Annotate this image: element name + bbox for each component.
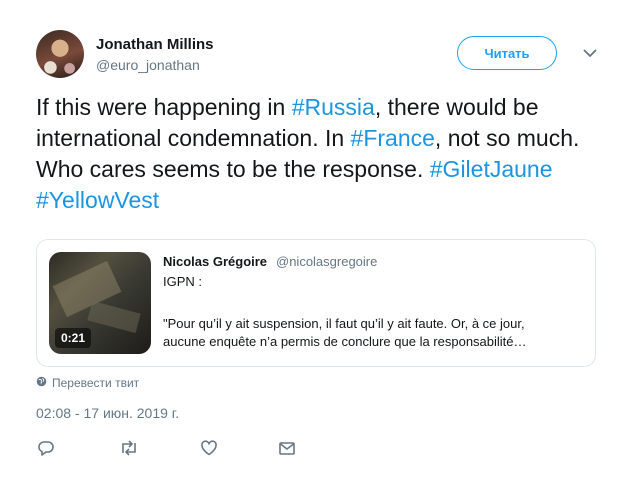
- globe-icon: [36, 376, 47, 390]
- quoted-tweet[interactable]: 0:21 Nicolas Grégoire @nicolasgregoire I…: [36, 239, 596, 367]
- tweet-text-segment: If this were happening in: [36, 94, 292, 120]
- author-name[interactable]: Jonathan Millins: [96, 36, 214, 53]
- quoted-text-line: "Pour qu’il y ait suspension, il faut qu…: [163, 316, 525, 331]
- video-duration: 0:21: [55, 328, 92, 348]
- quoted-author-handle: @nicolasgregoire: [276, 254, 378, 269]
- quoted-text-line: IGPN :: [163, 274, 203, 289]
- message-icon[interactable]: [277, 438, 297, 458]
- quoted-author-name: Nicolas Grégoire: [163, 254, 268, 269]
- retweet-icon[interactable]: [119, 438, 139, 458]
- hashtag-giletjaune[interactable]: #GiletJaune: [430, 156, 553, 182]
- hashtag-france[interactable]: #France: [351, 125, 435, 151]
- translate-label[interactable]: Перевести твит: [52, 376, 139, 390]
- author-handle[interactable]: @euro_jonathan: [96, 57, 200, 73]
- tweet-text: If this were happening in #Russia, there…: [36, 92, 606, 216]
- tweet-header: Jonathan Millins @euro_jonathan Читать: [36, 30, 606, 80]
- follow-button[interactable]: Читать: [457, 36, 557, 70]
- video-thumbnail[interactable]: 0:21: [49, 252, 151, 354]
- tweet-timestamp[interactable]: 02:08 - 17 июн. 2019 г.: [36, 405, 179, 421]
- hashtag-yellowvest[interactable]: #YellowVest: [36, 187, 159, 213]
- reply-icon[interactable]: [36, 438, 56, 458]
- avatar[interactable]: [36, 30, 84, 78]
- translate-link[interactable]: Перевести твит: [36, 376, 139, 390]
- hashtag-russia[interactable]: #Russia: [292, 94, 375, 120]
- quoted-text-line: aucune enquête n’a permis de conclure qu…: [163, 334, 527, 349]
- chevron-down-icon[interactable]: [580, 43, 600, 63]
- like-icon[interactable]: [199, 438, 219, 458]
- tweet-actions: [36, 438, 316, 458]
